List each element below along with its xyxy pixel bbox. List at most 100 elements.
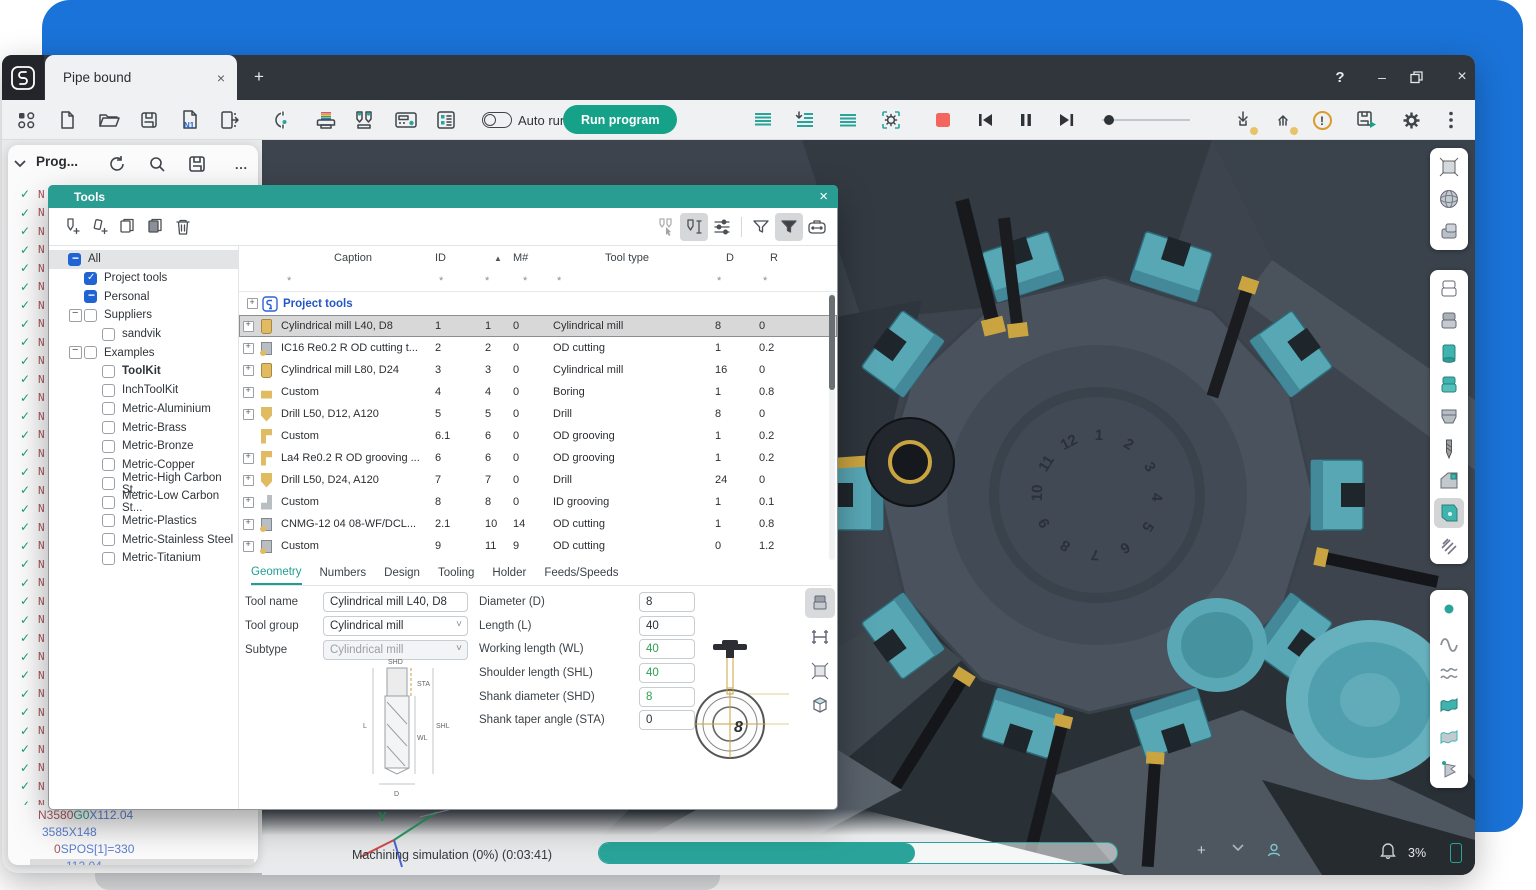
tool-row[interactable]: Custom 8 8 0 ID grooving 1 0.1 [239, 491, 837, 513]
sort-arrow-icon[interactable]: ▲ [483, 254, 513, 263]
tool-row[interactable]: Custom 9 11 9 OD cutting 0 1.2 [239, 535, 837, 557]
filter-cell[interactable]: * [547, 275, 707, 287]
settings-button[interactable] [1398, 107, 1424, 133]
collapse-chevron-button[interactable] [14, 153, 36, 175]
search-button[interactable] [148, 153, 170, 175]
list-compact-button[interactable] [835, 107, 861, 133]
speed-slider[interactable] [1102, 119, 1190, 121]
registers-button[interactable] [433, 107, 459, 133]
row-expander-icon[interactable] [243, 409, 254, 420]
render-stock-button[interactable] [1434, 216, 1464, 246]
flag-marker-button[interactable] [1434, 754, 1464, 784]
tree-checkbox[interactable] [102, 328, 115, 341]
new-tab-button[interactable]: + [248, 66, 270, 88]
tree-item[interactable]: Metric-Plastics [49, 512, 238, 531]
save-nc-n1-button[interactable]: N1 [176, 107, 202, 133]
tree-checkbox[interactable] [68, 253, 81, 266]
tree-item[interactable]: Metric-Brass [49, 418, 238, 437]
row-expander-icon[interactable] [243, 365, 254, 376]
magnet-capture-button[interactable] [265, 107, 291, 133]
tool-edit-button[interactable] [680, 213, 708, 241]
machine-head-button[interactable] [1434, 466, 1464, 496]
tool-row[interactable]: Custom 4 4 0 Boring 1 0.8 [239, 381, 837, 403]
surface-teal-button[interactable] [1434, 690, 1464, 720]
tree-checkbox[interactable] [102, 402, 115, 415]
step-back-button[interactable] [972, 107, 998, 133]
tree-checkbox[interactable] [102, 496, 115, 509]
post-processor-button[interactable] [313, 107, 339, 133]
tool-crib-button[interactable] [351, 107, 377, 133]
header-m[interactable]: M# [513, 252, 547, 264]
wireframe-view-button[interactable] [805, 656, 835, 686]
adjust-sliders-button[interactable] [708, 213, 736, 241]
code-line[interactable]: N3580G0X112.04 [38, 808, 133, 825]
detail-tab[interactable]: Numbers [320, 560, 367, 585]
group-expander-icon[interactable] [247, 298, 258, 309]
save-program-button[interactable] [188, 153, 210, 175]
geometry-field-input[interactable]: 8 [639, 687, 695, 707]
tool-row[interactable]: La4 Re0.2 R OD grooving ... 6 6 0 OD gro… [239, 447, 837, 469]
detail-tab[interactable]: Feeds/Speeds [544, 560, 618, 585]
auto-run-toggle[interactable] [482, 112, 512, 128]
detail-tab[interactable]: Tooling [438, 560, 474, 585]
tree-expander-icon[interactable] [69, 346, 82, 359]
upload-updates-button[interactable] [1270, 107, 1296, 133]
drill-bit-button[interactable] [1434, 434, 1464, 464]
new-file-button[interactable] [54, 107, 80, 133]
download-updates-button[interactable] [1230, 107, 1256, 133]
filter-button[interactable] [747, 213, 775, 241]
tree-checkbox[interactable] [84, 290, 97, 303]
code-line[interactable]: 0SPOS[1]=330 [54, 842, 134, 859]
warnings-button[interactable]: ! [1309, 107, 1335, 133]
tree-checkbox[interactable] [84, 272, 97, 285]
stop-button[interactable] [930, 107, 956, 133]
render-sphere-button[interactable] [1434, 184, 1464, 214]
filter-active-button[interactable] [775, 213, 803, 241]
insert-cap-button[interactable] [1434, 402, 1464, 432]
delete-button[interactable] [169, 213, 197, 241]
row-expander-icon[interactable] [243, 387, 254, 398]
selection-settings-button[interactable] [878, 107, 904, 133]
header-r[interactable]: R [753, 252, 795, 264]
machine-part-active-button[interactable] [1434, 498, 1464, 528]
header-d[interactable]: D [707, 252, 753, 264]
tree-item[interactable]: Metric-Aluminium [49, 400, 238, 419]
tree-checkbox[interactable] [102, 514, 115, 527]
row-expander-icon[interactable] [243, 497, 254, 508]
run-program-button[interactable]: Run program [563, 105, 677, 134]
save-and-run-button[interactable] [1354, 107, 1380, 133]
list-program-button[interactable] [750, 107, 776, 133]
tree-checkbox[interactable] [102, 440, 115, 453]
step-forward-button[interactable] [1054, 107, 1080, 133]
open-file-button[interactable] [96, 107, 122, 133]
document-tab[interactable]: Pipe bound × [45, 55, 237, 100]
tree-item[interactable]: Metric-Titanium [49, 549, 238, 568]
tree-item[interactable]: Examples [49, 343, 238, 362]
tab-close-button[interactable]: × [217, 70, 225, 86]
tree-item[interactable]: All [49, 250, 238, 269]
tool-row[interactable]: Drill L50, D12, A120 5 5 0 Drill 8 0 [239, 403, 837, 425]
geometry-field-input[interactable]: 40 [639, 663, 695, 683]
solid-view-button[interactable] [805, 690, 835, 720]
holder-view-button[interactable] [805, 588, 835, 618]
table-header-row[interactable]: Caption ID ▲ M# Tool type D R [239, 246, 837, 270]
table-group-row[interactable]: Project tools [239, 292, 837, 315]
tree-item[interactable]: sandvik [49, 325, 238, 344]
detail-tab[interactable]: Holder [492, 560, 526, 585]
holder-teal-button[interactable] [1434, 370, 1464, 400]
expand-chevron-button[interactable] [1232, 844, 1244, 852]
pause-button[interactable] [1013, 107, 1039, 133]
tree-checkbox[interactable] [102, 552, 115, 565]
detail-tab[interactable]: Geometry [251, 560, 302, 585]
gauge-view-button[interactable] [805, 622, 835, 652]
header-caption[interactable]: Caption [277, 252, 429, 264]
header-tool-type[interactable]: Tool type [547, 252, 707, 264]
tools-dialog-titlebar[interactable]: Tools × [48, 185, 838, 208]
geometry-field-input[interactable]: 40 [639, 616, 695, 636]
tree-checkbox[interactable] [102, 533, 115, 546]
tree-item[interactable]: Metric-Stainless Steel [49, 530, 238, 549]
tree-item[interactable]: Project tools [49, 269, 238, 288]
calculator-button[interactable] [393, 107, 419, 133]
tree-item[interactable]: Personal [49, 287, 238, 306]
window-minimize-button[interactable]: – [1370, 67, 1394, 87]
